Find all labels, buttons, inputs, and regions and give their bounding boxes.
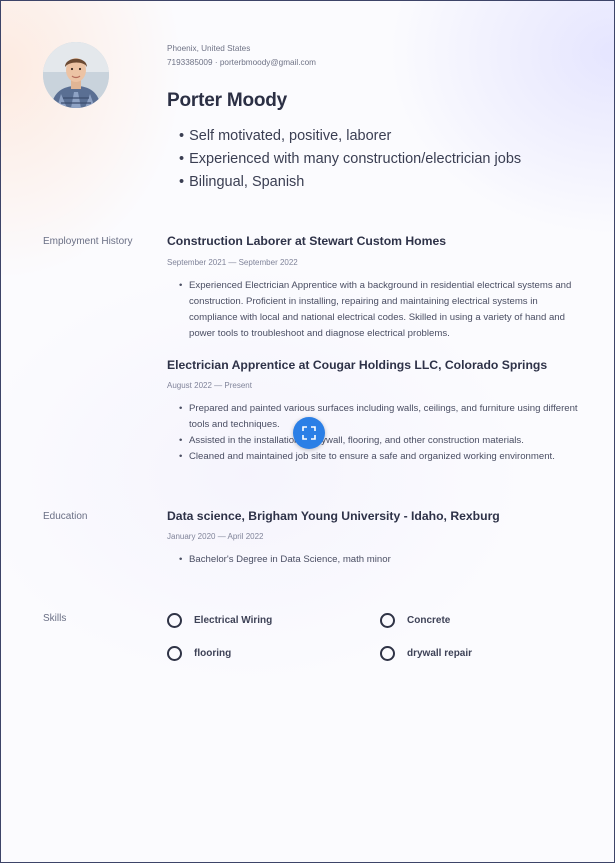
expand-icon: [302, 426, 316, 440]
skill-name: Concrete: [407, 615, 451, 626]
employment-history-label: Employment History: [43, 236, 133, 247]
skill-name: Electrical Wiring: [194, 615, 273, 626]
skill-name: drywall repair: [407, 648, 473, 659]
location: Phoenix, United States: [167, 44, 251, 53]
expand-button[interactable]: [293, 417, 325, 449]
phone: 7193385009: [167, 58, 213, 67]
job-title: Electrician Apprentice at Cougar Holding…: [167, 358, 548, 372]
skill-item: Concrete: [380, 613, 450, 628]
skill-level-icon: [167, 646, 182, 661]
skill-name: flooring: [194, 648, 232, 659]
contact-separator: ·: [214, 58, 218, 67]
summary-item: Bilingual, Spanish: [179, 171, 521, 194]
job-dates: September 2021 — September 2022: [167, 258, 298, 267]
job-bullet: Cleaned and maintained job site to ensur…: [179, 449, 579, 465]
skill-item: drywall repair: [380, 646, 472, 661]
contact-info: Phoenix, United States 7193385009 · port…: [167, 42, 316, 70]
education-bullets: Bachelor's Degree in Data Science, math …: [179, 552, 579, 568]
skill-level-icon: [380, 646, 395, 661]
job-bullets: Experienced Electrician Apprentice with …: [179, 278, 579, 342]
job-bullet: Experienced Electrician Apprentice with …: [179, 278, 579, 342]
skill-item: Electrical Wiring: [167, 613, 272, 628]
education-label: Education: [43, 511, 88, 522]
education-dates: January 2020 — April 2022: [167, 532, 264, 541]
job-bullet: Assisted in the installation of drywall,…: [179, 433, 579, 449]
skill-level-icon: [167, 613, 182, 628]
job-dates: August 2022 — Present: [167, 381, 252, 390]
email: porterbmoody@gmail.com: [219, 58, 316, 67]
summary-list: Self motivated, positive, laborer Experi…: [179, 125, 521, 194]
education-title: Data science, Brigham Young University -…: [167, 509, 500, 523]
summary-item: Self motivated, positive, laborer: [179, 125, 521, 148]
job-title: Construction Laborer at Stewart Custom H…: [167, 234, 446, 248]
profile-photo: [43, 42, 109, 108]
summary-item: Experienced with many construction/elect…: [179, 148, 521, 171]
skills-label: Skills: [43, 613, 67, 624]
education-bullet: Bachelor's Degree in Data Science, math …: [179, 552, 579, 568]
avatar: [43, 42, 109, 108]
skill-level-icon: [380, 613, 395, 628]
job-bullets: Prepared and painted various surfaces in…: [179, 401, 579, 465]
job-bullet: Prepared and painted various surfaces in…: [179, 401, 579, 433]
skill-item: flooring: [167, 646, 231, 661]
candidate-name: Porter Moody: [167, 90, 288, 111]
resume-page: Phoenix, United States 7193385009 · port…: [0, 0, 615, 863]
